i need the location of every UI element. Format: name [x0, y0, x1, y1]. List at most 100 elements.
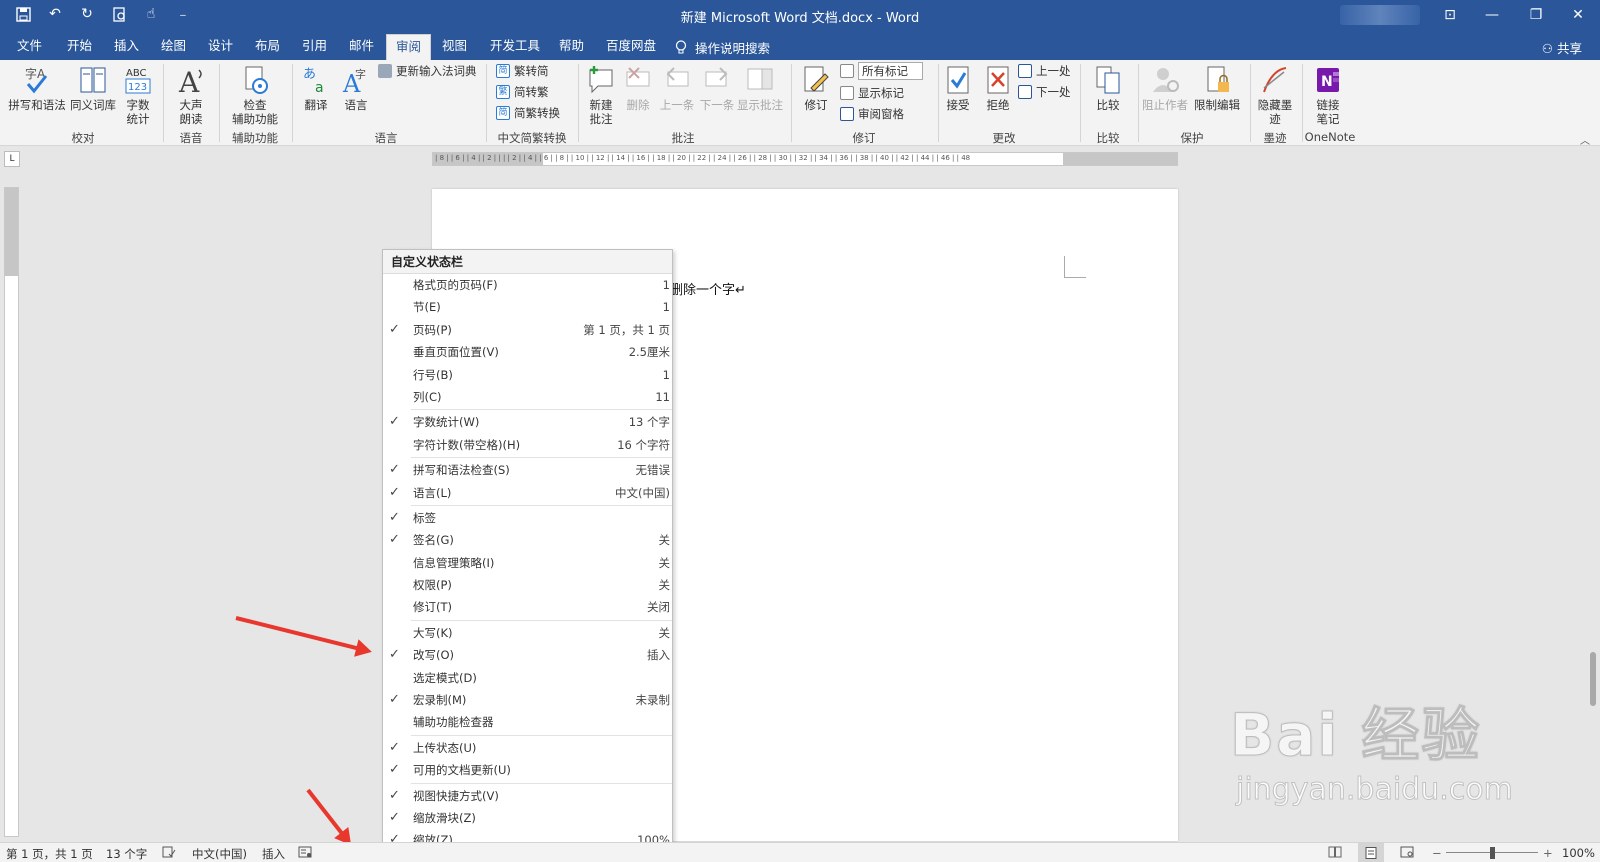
show-markup-button[interactable]: 显示标记 — [840, 84, 904, 102]
block-authors-button[interactable]: 阻止作者 — [1142, 64, 1188, 112]
status-language[interactable]: 中文(中国) — [192, 846, 247, 862]
menu-item[interactable]: 格式页的页码(F) 1 — [383, 274, 672, 296]
proofing-status-icon[interactable] — [162, 846, 176, 861]
zoom-out-button[interactable]: − — [1432, 846, 1442, 860]
menu-item[interactable]: ✓ 视图快捷方式(V) — [383, 785, 672, 807]
tab-selector[interactable]: L — [4, 151, 20, 167]
menu-item[interactable]: ✓ 改写(O) 插入 — [383, 644, 672, 666]
zoom-level[interactable]: 100% — [1562, 846, 1595, 860]
user-account[interactable] — [1340, 5, 1420, 25]
linked-notes-button[interactable]: N 链接 笔记 — [1308, 64, 1348, 126]
tab-view[interactable]: 视图 — [433, 34, 476, 60]
tab-baidu-netdisk[interactable]: 百度网盘 — [597, 34, 665, 60]
next-change-button[interactable]: 下一处 — [1018, 83, 1071, 101]
tab-draw[interactable]: 绘图 — [152, 34, 195, 60]
ribbon-display-options-icon[interactable]: ⊡ — [1428, 0, 1472, 30]
tab-help[interactable]: 帮助 — [550, 34, 593, 60]
spelling-grammar-button[interactable]: 字A 拼写和语法 — [8, 64, 66, 112]
restrict-editing-button[interactable]: 限制编辑 — [1192, 64, 1242, 112]
tab-file[interactable]: 文件 — [8, 34, 51, 60]
update-ime-dictionary-button[interactable]: 更新输入法词典 — [378, 62, 477, 80]
group-separator — [1080, 64, 1081, 142]
accept-button[interactable]: 接受 — [940, 64, 976, 112]
macro-record-icon[interactable] — [298, 846, 312, 861]
tab-insert[interactable]: 插入 — [105, 34, 148, 60]
share-button[interactable]: ⚇ 共享 — [1542, 38, 1582, 57]
menu-item[interactable]: ✓ 页码(P) 第 1 页，共 1 页 — [383, 319, 672, 341]
simp-trad-conversion-button[interactable]: 简 简繁转换 — [496, 104, 560, 122]
customize-status-bar-menu: 自定义状态栏 格式页的页码(F) 1 节(E) 1 ✓ 页码(P) 第 1 页，共 1 页垂… — [382, 249, 673, 851]
menu-item-label: 视图快捷方式(V) — [413, 788, 499, 803]
previous-comment-button[interactable]: 上一条 — [658, 64, 696, 112]
menu-item[interactable]: 大写(K) 关 — [383, 622, 672, 644]
menu-item[interactable]: 行号(B) 1 — [383, 364, 672, 386]
menu-item[interactable]: 辅助功能检查器 — [383, 711, 672, 733]
simplified-icon: 简 — [496, 64, 510, 78]
menu-item[interactable]: ✓ 标签 — [383, 507, 672, 529]
ruler-top-margin — [5, 188, 18, 276]
reviewing-pane-button[interactable]: 审阅窗格 — [840, 105, 904, 123]
previous-change-button[interactable]: 上一处 — [1018, 62, 1071, 80]
menu-item[interactable]: 选定模式(D) — [383, 667, 672, 689]
menu-item[interactable]: ✓ 拼写和语法检查(S) 无错误 — [383, 459, 672, 481]
menu-item[interactable]: ✓ 宏录制(M) 未录制 — [383, 689, 672, 711]
tab-mailings[interactable]: 邮件 — [340, 34, 383, 60]
menu-item[interactable]: 权限(P) 关 — [383, 574, 672, 596]
read-aloud-button[interactable]: A 大声 朗读 — [170, 64, 212, 126]
menu-item[interactable]: 节(E) 1 — [383, 296, 672, 318]
tell-me-search[interactable]: 操作说明搜索 — [675, 38, 770, 57]
reject-button[interactable]: 拒绝 — [980, 64, 1016, 112]
status-page-number[interactable]: 第 1 页，共 1 页 — [6, 846, 93, 862]
restore-button[interactable]: ❐ — [1514, 0, 1558, 30]
document-text[interactable]: 删除一个字↵ — [670, 279, 746, 298]
menu-item[interactable]: 信息管理策略(I) 关 — [383, 552, 672, 574]
read-mode-icon[interactable] — [1328, 846, 1342, 861]
menu-item[interactable]: 字符计数(带空格)(H) 16 个字符 — [383, 434, 672, 456]
word-count-button[interactable]: ABC 123 字数 统计 — [118, 64, 158, 126]
tab-references[interactable]: 引用 — [293, 34, 336, 60]
hide-ink-button[interactable]: 隐藏墨 迹 — [1254, 64, 1296, 126]
menu-item[interactable]: ✓ 缩放滑块(Z) — [383, 807, 672, 829]
tab-review[interactable]: 审阅 — [386, 34, 432, 60]
menu-item-label: 缩放滑块(Z) — [413, 810, 476, 825]
delete-comment-button[interactable]: 删除 — [622, 64, 654, 112]
print-layout-icon[interactable] — [1358, 843, 1384, 862]
next-comment-button[interactable]: 下一条 — [698, 64, 736, 112]
simp-to-trad-button[interactable]: 繁 简转繁 — [496, 83, 549, 101]
vertical-scrollbar-thumb[interactable] — [1590, 652, 1596, 706]
menu-item[interactable]: ✓ 签名(G) 关 — [383, 529, 672, 551]
delete-comment-icon — [623, 64, 653, 96]
check-accessibility-button[interactable]: 检查 辅助功能 — [224, 64, 286, 126]
collapse-ribbon-icon[interactable]: ︿ — [1580, 132, 1590, 147]
trad-to-simp-button[interactable]: 简 繁转简 — [496, 62, 549, 80]
menu-item[interactable]: ✓ 字数统计(W) 13 个字 — [383, 411, 672, 433]
track-changes-button[interactable]: 修订 — [798, 64, 834, 112]
tab-home[interactable]: 开始 — [58, 34, 101, 60]
menu-item[interactable]: ✓ 语言(L) 中文(中国) — [383, 482, 672, 504]
menu-item[interactable]: 列(C) 11 — [383, 386, 672, 408]
web-layout-icon[interactable] — [1400, 846, 1414, 861]
menu-item[interactable]: ✓ 可用的文档更新(U) — [383, 759, 672, 781]
markup-display-select[interactable]: 所有标记 — [840, 62, 923, 80]
language-button[interactable]: A字 语言 — [338, 64, 374, 112]
new-comment-button[interactable]: 新建 批注 — [582, 64, 620, 126]
horizontal-ruler[interactable]: | 8 | | 6 | | 4 | | 2 | | | | 2 | | 4 | … — [432, 152, 1178, 166]
thesaurus-button[interactable]: 同义词库 — [68, 64, 118, 112]
show-comments-button[interactable]: 显示批注 — [736, 64, 784, 112]
translate-button[interactable]: あa 翻译 — [298, 64, 334, 112]
tab-developer[interactable]: 开发工具 — [481, 34, 549, 60]
zoom-slider-thumb[interactable] — [1490, 847, 1495, 859]
group-separator — [219, 64, 220, 142]
menu-item[interactable]: 修订(T) 关闭 — [383, 596, 672, 618]
tab-design[interactable]: 设计 — [199, 34, 242, 60]
status-word-count[interactable]: 13 个字 — [106, 846, 147, 862]
minimize-button[interactable]: — — [1470, 0, 1514, 30]
tab-layout[interactable]: 布局 — [246, 34, 289, 60]
status-insert-mode[interactable]: 插入 — [262, 846, 285, 862]
menu-item[interactable]: 垂直页面位置(V) 2.5厘米 — [383, 341, 672, 363]
vertical-ruler[interactable] — [4, 187, 19, 837]
zoom-in-button[interactable]: + — [1543, 846, 1553, 860]
compare-button[interactable]: 比较 — [1090, 64, 1126, 112]
close-button[interactable]: ✕ — [1556, 0, 1600, 30]
menu-item[interactable]: ✓ 上传状态(U) — [383, 737, 672, 759]
